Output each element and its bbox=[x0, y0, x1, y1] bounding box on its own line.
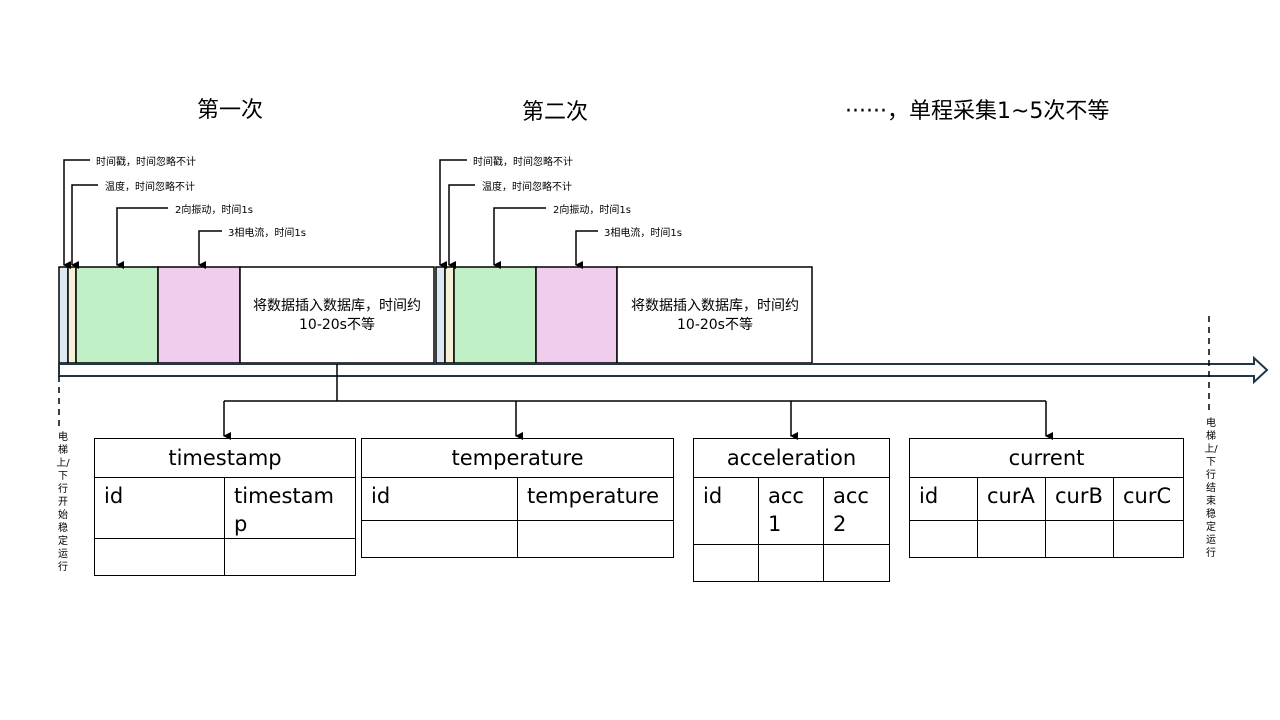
segment-timestamp bbox=[435, 266, 446, 364]
insert-note: 将数据插入数据库，时间约10-20s不等 bbox=[631, 298, 799, 333]
table-name: acceleration bbox=[692, 438, 891, 478]
table-acceleration: acceleration id acc 1 acc 2 bbox=[692, 438, 891, 582]
empty-cell bbox=[1045, 520, 1114, 558]
empty-cell bbox=[361, 520, 518, 558]
annotation-current: 3相电流，时间1s bbox=[228, 228, 306, 239]
annotation-timestamp: 时间戳，时间忽略不计 bbox=[473, 157, 573, 168]
start-label: 电梯上/下行开始稳定运行 bbox=[56, 432, 70, 573]
heading-first: 第一次 bbox=[197, 98, 264, 123]
diagram-canvas: 第一次 第二次 ······，单程采集1~5次不等 时间戳，时间忽略不计 温度，… bbox=[0, 0, 1280, 720]
table-temperature: temperature id temperature bbox=[361, 438, 674, 558]
column-header: curC bbox=[1112, 477, 1185, 521]
empty-cell bbox=[224, 538, 356, 576]
table-name: temperature bbox=[361, 438, 674, 478]
table-current: current id curA curB curC bbox=[908, 438, 1185, 558]
annotation-vibration: 2向振动，时间1s bbox=[553, 205, 631, 216]
end-label: 电梯上/下行结束稳定运行 bbox=[1204, 418, 1218, 559]
empty-cell bbox=[822, 544, 891, 582]
column-header: id bbox=[361, 477, 518, 521]
annotation-current: 3相电流，时间1s bbox=[604, 228, 682, 239]
segment-timestamp bbox=[58, 266, 69, 364]
table-timestamp: timestamp id timestamp bbox=[94, 438, 356, 576]
column-header: temperature bbox=[517, 477, 674, 521]
heading-etc: ······，单程采集1~5次不等 bbox=[845, 99, 1110, 124]
annotation-timestamp: 时间戳，时间忽略不计 bbox=[96, 157, 196, 168]
column-header: curB bbox=[1045, 477, 1114, 521]
column-header: curA bbox=[977, 477, 1046, 521]
empty-cell bbox=[758, 544, 824, 582]
table-name: timestamp bbox=[94, 438, 356, 478]
segment-current bbox=[535, 266, 618, 364]
column-header: timestamp bbox=[224, 477, 356, 539]
segment-current bbox=[157, 266, 241, 364]
segment-vibration bbox=[75, 266, 159, 364]
segment-temperature bbox=[67, 266, 77, 364]
insert-note: 将数据插入数据库，时间约10-20s不等 bbox=[253, 298, 421, 333]
empty-cell bbox=[693, 544, 759, 582]
empty-cell bbox=[909, 520, 978, 558]
table-name: current bbox=[908, 438, 1185, 478]
empty-cell bbox=[977, 520, 1046, 558]
empty-cell bbox=[517, 520, 674, 558]
annotation-vibration: 2向振动，时间1s bbox=[175, 205, 253, 216]
column-header: id bbox=[909, 477, 978, 521]
segment-vibration bbox=[453, 266, 537, 364]
annotation-temperature: 温度，时间忽略不计 bbox=[482, 182, 572, 193]
column-header: id bbox=[94, 477, 225, 539]
column-header: id bbox=[693, 477, 759, 545]
segment-temperature bbox=[444, 266, 455, 364]
column-header: acc 2 bbox=[822, 477, 891, 545]
empty-cell bbox=[1112, 520, 1185, 558]
annotation-temperature: 温度，时间忽略不计 bbox=[105, 182, 195, 193]
heading-second: 第二次 bbox=[522, 100, 589, 125]
column-header: acc 1 bbox=[758, 477, 824, 545]
empty-cell bbox=[94, 538, 225, 576]
